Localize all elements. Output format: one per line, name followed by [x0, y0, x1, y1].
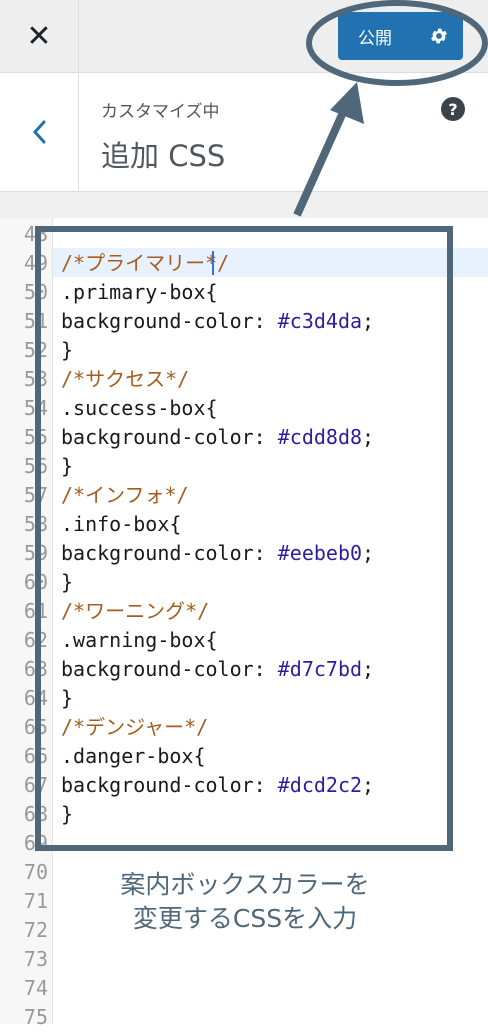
back-button[interactable] [0, 73, 79, 191]
breadcrumb: カスタマイズ中 [101, 102, 220, 122]
annotation-line-1: 案内ボックスカラーを [120, 870, 370, 899]
chevron-left-icon [32, 120, 46, 144]
line-number: 71 [23, 889, 48, 913]
line-number: 72 [23, 918, 48, 942]
annotation-box [35, 226, 453, 851]
section-divider [0, 192, 488, 218]
gear-icon[interactable] [429, 26, 449, 46]
close-button[interactable]: ✕ [0, 0, 79, 72]
line-number: 75 [23, 1005, 48, 1029]
line-number: 74 [23, 976, 48, 1000]
annotation-caption: 案内ボックスカラーを 変更するCSSを入力 [60, 868, 430, 936]
close-icon: ✕ [26, 18, 52, 54]
annotation-line-2: 変更するCSSを入力 [132, 904, 358, 933]
customizer-header: ✕ 公開 [0, 0, 488, 73]
section-header: カスタマイズ中 追加 CSS ? [0, 73, 488, 192]
help-icon[interactable]: ? [441, 97, 465, 121]
publish-label: 公開 [358, 28, 392, 49]
line-number: 73 [23, 947, 48, 971]
publish-button[interactable]: 公開 [338, 12, 463, 60]
line-number: 70 [23, 860, 48, 884]
page-title: 追加 CSS [101, 139, 226, 173]
